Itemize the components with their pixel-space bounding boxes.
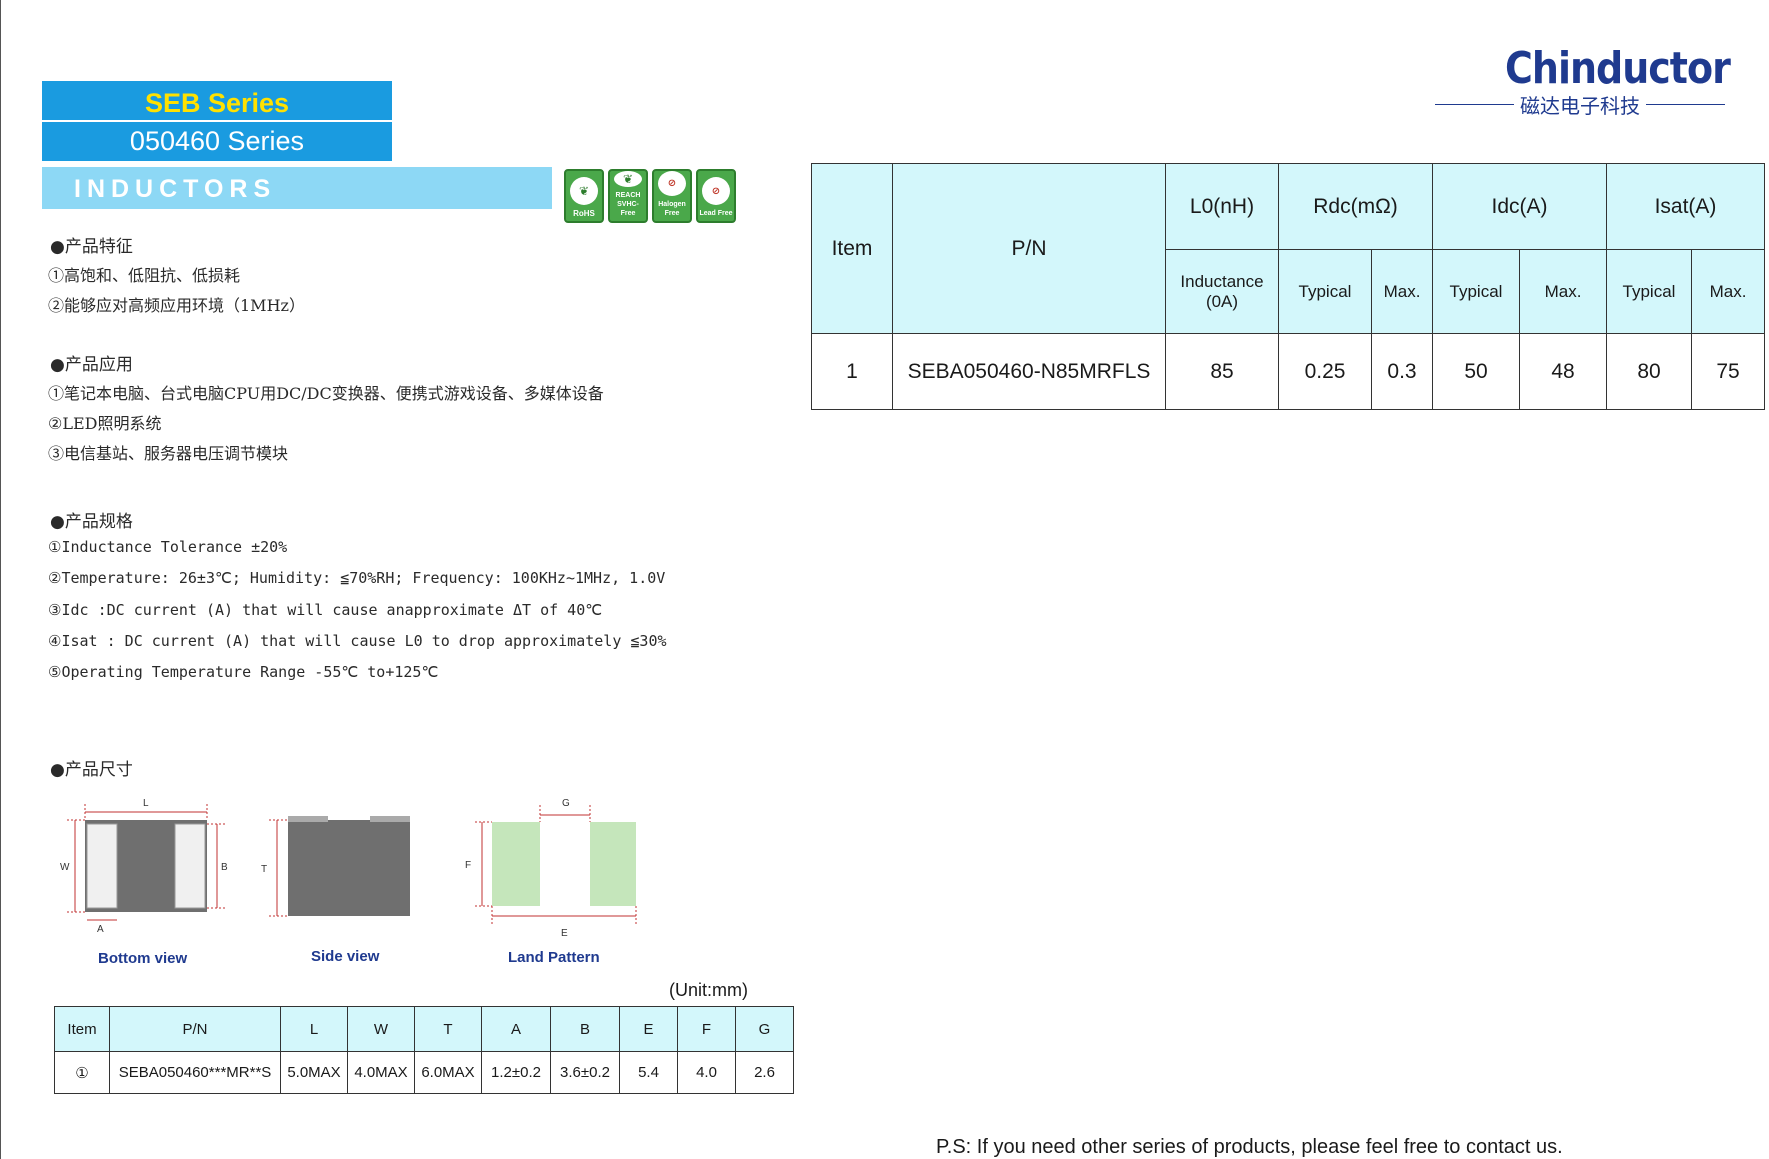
column-header: W [347,1006,415,1052]
table-cell: 1.2±0.2 [481,1051,551,1094]
series-subtitle: 050460 Series [42,122,392,161]
column-header: A [481,1006,551,1052]
column-header: Max. [1691,249,1765,334]
application-item: ②LED照明系统 [48,414,162,433]
column-header: B [550,1006,620,1052]
column-header: Max. [1371,249,1433,334]
column-header: P/N [109,1006,281,1052]
table-cell: 5.0MAX [280,1051,348,1094]
application-item: ③电信基站、服务器电压调节模块 [48,444,289,463]
reach-badge: ❦ REACH SVHC-Free [608,169,648,223]
table-cell: 75 [1691,333,1765,410]
leaf-icon: ❦ [570,177,598,205]
rohs-badge: ❦ RoHS [564,169,604,223]
table-cell: 3.6±0.2 [550,1051,620,1094]
column-header: Typical [1432,249,1520,334]
column-header: Typical [1278,249,1372,334]
spec-item: ③Idc :DC current (A) that will cause ana… [48,601,603,619]
series-title: SEB Series [42,81,392,120]
bottom-view-label: Bottom view [98,950,188,967]
table-cell: 2.6 [735,1051,794,1094]
column-header: Item [54,1006,110,1052]
application-item: ①笔记本电脑、台式电脑CPU用DC/DC变换器、便携式游戏设备、多媒体设备 [48,384,604,403]
land-pattern-drawing: G F E [465,798,637,939]
spec-item: ①Inductance Tolerance ±20% [48,538,288,556]
table-row: 1 SEBA050460-N85MRFLS 85 0.25 0.3 50 48 … [811,333,1765,410]
column-header: Inductance (0A) [1165,249,1279,334]
column-header: T [414,1006,482,1052]
no-halogen-icon: ⊘ [658,171,686,196]
table-cell: 4.0MAX [347,1051,415,1094]
table-cell: 6.0MAX [414,1051,482,1094]
column-header: G [735,1006,794,1052]
unit-label: (Unit:mm) [669,980,748,1000]
column-header: F [677,1006,736,1052]
applications-title: ●产品应用 [50,355,133,375]
column-header: Typical [1606,249,1692,334]
halogen-free-badge: ⊘ Halogen Free [652,169,692,223]
dim-label-L: L [143,798,149,809]
table-cell: 80 [1606,333,1692,410]
feature-item: ②能够应对高频应用环境（1MHz） [48,296,305,315]
table-cell: 0.25 [1278,333,1372,410]
feature-item: ①高饱和、低阻抗、低损耗 [48,266,241,285]
dim-label-F: F [465,860,471,871]
lead-free-badge: ⊘ Lead Free [696,169,736,223]
table-cell: 4.0 [677,1051,736,1094]
column-header: Item [811,163,893,334]
bottom-view-drawing: L W B A [60,798,228,935]
table-cell: 85 [1165,333,1279,410]
series-header: SEB Series 050460 Series [42,81,392,161]
table-cell: SEBA050460-N85MRFLS [892,333,1166,410]
specs-title: ●产品规格 [50,512,133,532]
dim-label-W: W [60,862,70,873]
spec-item: ②Temperature: 26±3℃; Humidity: ≦70%RH; F… [48,569,666,587]
table-header-row: Item P/N L W T A B E F G [54,1006,794,1052]
category-bar: INDUCTORS [42,167,552,209]
page-left-border [0,0,1,1159]
table-cell: 50 [1432,333,1520,410]
side-view-drawing: T [261,816,410,917]
table-cell: 48 [1519,333,1607,410]
certification-badges: ❦ RoHS ❦ REACH SVHC-Free ⊘ Halogen Free … [564,169,736,223]
company-logo: Chinductor [1505,42,1731,94]
column-header: L [280,1006,348,1052]
leaf-icon: ❦ [614,171,642,187]
column-header: Max. [1519,249,1607,334]
column-header: L0(nH) [1165,163,1279,250]
dimension-table: Item P/N L W T A B E F G ① SEBA050460***… [54,1006,794,1094]
column-header: Isat(A) [1606,163,1765,250]
logo-line-right [1646,104,1725,105]
dimensions-title: ●产品尺寸 [50,760,133,780]
column-header: P/N [892,163,1166,334]
column-header: Rdc(mΩ) [1278,163,1433,250]
table-header-row: Item P/N L0(nH) Rdc(mΩ) Idc(A) Isat(A) [811,163,1765,334]
table-cell: 0.3 [1371,333,1433,410]
table-row: ① SEBA050460***MR**S 5.0MAX 4.0MAX 6.0MA… [54,1051,794,1094]
side-view-label: Side view [311,948,380,965]
dim-label-T: T [261,864,267,875]
company-name-cn: 磁达电子科技 [1435,90,1725,119]
table-cell: 1 [811,333,893,410]
logo-line-left [1435,104,1514,105]
column-header: E [619,1006,678,1052]
electrical-spec-table: Item P/N L0(nH) Rdc(mΩ) Idc(A) Isat(A) I… [811,163,1765,410]
table-cell: SEBA050460***MR**S [109,1051,281,1094]
dim-label-A: A [97,924,104,935]
spec-item: ⑤Operating Temperature Range -55℃ to+125… [48,663,439,681]
contact-note: P.S: If you need other series of product… [936,1136,1563,1158]
land-pattern-label: Land Pattern [508,949,600,966]
spec-item: ④Isat : DC current (A) that will cause L… [48,632,667,650]
column-header: Idc(A) [1432,163,1607,250]
table-cell: ① [54,1051,110,1094]
dim-label-G: G [562,798,570,809]
dim-label-E: E [561,928,568,939]
dim-label-B: B [221,862,228,873]
table-cell: 5.4 [619,1051,678,1094]
no-lead-icon: ⊘ [702,177,730,205]
features-title: ●产品特征 [50,237,133,257]
